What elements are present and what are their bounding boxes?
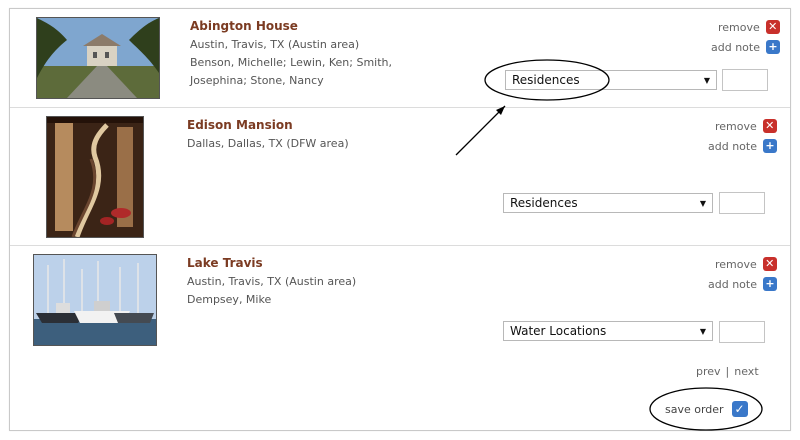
house-photo[interactable] — [36, 17, 160, 99]
category-select[interactable]: Residences ▼ — [503, 193, 713, 213]
add-note-button[interactable]: add note + — [711, 40, 780, 54]
item-title[interactable]: Abington House — [190, 19, 298, 33]
add-note-label: add note — [708, 277, 757, 291]
item-people-cont: Josephina; Stone, Nancy — [190, 74, 324, 87]
item-people: Dempsey, Mike — [187, 293, 272, 306]
save-order-button[interactable]: save order ✓ — [665, 401, 748, 417]
save-order-label: save order — [665, 402, 724, 416]
add-note-label: add note — [711, 40, 760, 54]
staircase-photo[interactable] — [46, 116, 144, 238]
item-title[interactable]: Lake Travis — [187, 256, 263, 270]
category-select-value: Residences — [512, 73, 580, 87]
item-title[interactable]: Edison Mansion — [187, 118, 293, 132]
list-item: Lake Travis Austin, Travis, TX (Austin a… — [10, 245, 790, 366]
category-select[interactable]: Residences ▼ — [505, 70, 717, 90]
item-people: Benson, Michelle; Lewin, Ken; Smith, — [190, 56, 392, 69]
item-location: Dallas, Dallas, TX (DFW area) — [187, 137, 349, 150]
category-select-value: Water Locations — [510, 324, 607, 338]
add-note-button[interactable]: add note + — [708, 139, 777, 153]
pagination: prev | next — [696, 365, 759, 378]
location-list-panel: Abington House Austin, Travis, TX (Austi… — [9, 8, 791, 431]
remove-label: remove — [715, 119, 757, 133]
plus-icon: + — [762, 277, 777, 291]
next-link[interactable]: next — [734, 365, 758, 378]
checkmark-icon: ✓ — [731, 401, 748, 417]
add-note-button[interactable]: add note + — [708, 277, 777, 291]
plus-icon: + — [765, 40, 780, 54]
chevron-down-icon: ▼ — [699, 198, 706, 208]
item-location: Austin, Travis, TX (Austin area) — [190, 38, 360, 51]
order-input[interactable] — [719, 192, 765, 214]
close-icon: ✕ — [765, 20, 780, 34]
category-select[interactable]: Water Locations ▼ — [503, 321, 713, 341]
order-input[interactable] — [722, 69, 768, 91]
remove-button[interactable]: remove ✕ — [718, 20, 780, 34]
add-note-label: add note — [708, 139, 757, 153]
list-item: Edison Mansion Dallas, Dallas, TX (DFW a… — [10, 107, 790, 246]
boats-photo[interactable] — [33, 254, 157, 346]
pager-separator: | — [725, 365, 730, 378]
chevron-down-icon: ▼ — [699, 326, 706, 336]
remove-label: remove — [715, 257, 757, 271]
chevron-down-icon: ▼ — [703, 75, 710, 85]
remove-button[interactable]: remove ✕ — [715, 257, 777, 271]
remove-button[interactable]: remove ✕ — [715, 119, 777, 133]
prev-link[interactable]: prev — [696, 365, 721, 378]
category-select-value: Residences — [510, 196, 578, 210]
order-input[interactable] — [719, 321, 765, 343]
plus-icon: + — [762, 139, 777, 153]
item-location: Austin, Travis, TX (Austin area) — [187, 275, 357, 288]
remove-label: remove — [718, 20, 760, 34]
close-icon: ✕ — [762, 257, 777, 271]
list-item: Abington House Austin, Travis, TX (Austi… — [10, 9, 790, 107]
close-icon: ✕ — [762, 119, 777, 133]
